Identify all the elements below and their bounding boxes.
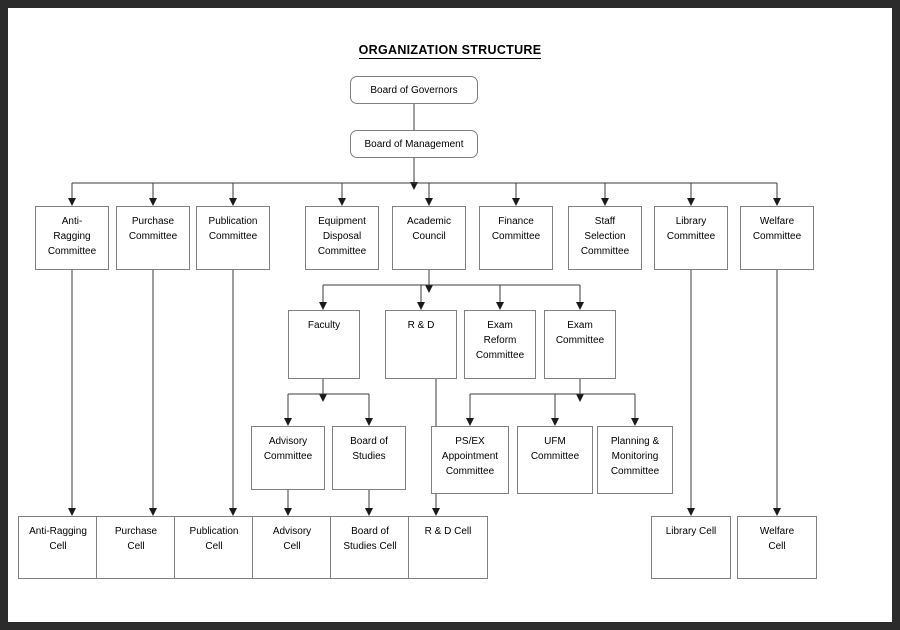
node-board-of-studies-cell[interactable]: Board of Studies Cell	[330, 516, 410, 579]
node-label: Board of Governors	[370, 84, 458, 96]
node-label: Finance Committee	[491, 216, 541, 242]
node-label: Anti- Ragging Committee	[47, 216, 97, 257]
node-label: Publication Committee	[208, 216, 258, 242]
node-welfare-cell[interactable]: Welfare Cell	[737, 516, 817, 579]
node-board-of-studies[interactable]: Board of Studies	[332, 426, 406, 490]
node-label: Staff Selection Committee	[580, 216, 630, 257]
node-label: Exam Committee	[555, 320, 605, 346]
node-welfare-committee[interactable]: Welfare Committee	[740, 206, 814, 270]
node-exam-reform-committee[interactable]: Exam Reform Committee	[464, 310, 536, 379]
node-rnd[interactable]: R & D	[385, 310, 457, 379]
node-staff-selection-committee[interactable]: Staff Selection Committee	[568, 206, 642, 270]
node-library-cell[interactable]: Library Cell	[651, 516, 731, 579]
node-label: Purchase Committee	[128, 216, 178, 242]
node-label: Faculty	[307, 320, 341, 331]
node-label: Exam Reform Committee	[475, 320, 525, 361]
node-equipment-disposal-committee[interactable]: Equipment Disposal Committee	[305, 206, 379, 270]
node-library-committee[interactable]: Library Committee	[654, 206, 728, 270]
node-label: Publication Cell	[189, 526, 239, 552]
node-label: Library Cell	[665, 526, 717, 537]
node-board-of-management[interactable]: Board of Management	[350, 130, 478, 158]
node-label: Welfare Committee	[752, 216, 802, 242]
node-label: Welfare Cell	[759, 526, 795, 552]
node-psex-appointment-committee[interactable]: PS/EX Appointment Committee	[431, 426, 509, 494]
node-label: PS/EX Appointment Committee	[441, 436, 499, 477]
node-rnd-cell[interactable]: R & D Cell	[408, 516, 488, 579]
node-label: Library Committee	[666, 216, 716, 242]
node-label: Advisory Committee	[263, 436, 313, 462]
node-publication-cell[interactable]: Publication Cell	[174, 516, 254, 579]
node-label: Purchase Cell	[114, 526, 158, 552]
node-label: R & D	[407, 320, 435, 331]
node-purchase-committee[interactable]: Purchase Committee	[116, 206, 190, 270]
node-label: Board of Studies Cell	[343, 526, 397, 552]
page-title: ORGANIZATION STRUCTURE	[8, 43, 892, 59]
node-label: Anti-Ragging Cell	[29, 526, 87, 552]
node-finance-committee[interactable]: Finance Committee	[479, 206, 553, 270]
node-purchase-cell[interactable]: Purchase Cell	[96, 516, 176, 579]
node-publication-committee[interactable]: Publication Committee	[196, 206, 270, 270]
diagram-page: ORGANIZATION STRUCTURE Board of Governor…	[8, 8, 892, 622]
node-academic-council[interactable]: Academic Council	[392, 206, 466, 270]
node-advisory-committee[interactable]: Advisory Committee	[251, 426, 325, 490]
page-title-text: ORGANIZATION STRUCTURE	[358, 43, 542, 59]
node-advisory-cell[interactable]: Advisory Cell	[252, 516, 332, 579]
node-label: Equipment Disposal Committee	[317, 216, 367, 257]
node-planning-monitoring-committee[interactable]: Planning & Monitoring Committee	[597, 426, 673, 494]
node-exam-committee[interactable]: Exam Committee	[544, 310, 616, 379]
node-anti-ragging-cell[interactable]: Anti-Ragging Cell	[18, 516, 98, 579]
node-label: UFM Committee	[530, 436, 580, 462]
node-label: Board of Studies	[350, 436, 388, 462]
node-label: Advisory Cell	[272, 526, 312, 552]
node-label: Planning & Monitoring Committee	[610, 436, 660, 477]
node-label: Board of Management	[364, 138, 464, 150]
node-label: R & D Cell	[424, 526, 472, 537]
node-label: Academic Council	[407, 216, 451, 242]
node-board-of-governors[interactable]: Board of Governors	[350, 76, 478, 104]
node-anti-ragging-committee[interactable]: Anti- Ragging Committee	[35, 206, 109, 270]
node-faculty[interactable]: Faculty	[288, 310, 360, 379]
node-ufm-committee[interactable]: UFM Committee	[517, 426, 593, 494]
